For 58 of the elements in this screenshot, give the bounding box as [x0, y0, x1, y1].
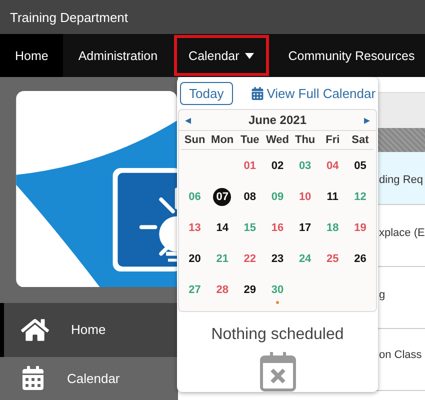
- nav-tab[interactable]: Home: [0, 34, 64, 77]
- calendar-day[interactable]: 20: [186, 250, 204, 268]
- calendar-day[interactable]: 02: [268, 156, 286, 174]
- weekday-label: Fri: [318, 131, 346, 150]
- next-month-button[interactable]: ▸: [364, 113, 370, 127]
- weekday-label: Tue: [236, 131, 264, 150]
- window-title: Training Department: [10, 10, 128, 24]
- caret-icon: [245, 52, 254, 58]
- calendar-day[interactable]: 03: [296, 156, 314, 174]
- weekday-label: Thu: [291, 131, 319, 150]
- view-full-calendar-link[interactable]: View Full Calendar: [250, 86, 376, 101]
- calendar-day[interactable]: 09: [268, 188, 286, 206]
- calendar-day[interactable]: 08: [240, 188, 259, 206]
- row-title: g: [379, 289, 386, 301]
- calendar-day[interactable]: 12: [351, 188, 370, 206]
- calendar-day[interactable]: 15: [240, 218, 259, 236]
- calendar-day[interactable]: 04: [324, 156, 342, 174]
- calendar-icon: [21, 366, 45, 390]
- calendar-day[interactable]: 27: [186, 280, 204, 298]
- calendar-day[interactable]: 23: [268, 250, 286, 268]
- weekday-label: Wed: [264, 131, 292, 150]
- sidebar-item[interactable]: Calendar: [0, 356, 178, 400]
- calendar-day[interactable]: 06: [186, 188, 204, 206]
- nav-tab[interactable]: Administration: [63, 34, 173, 77]
- weekday-label: Sun: [181, 131, 209, 150]
- calendar-day[interactable]: 10: [296, 188, 314, 206]
- row-title: on Class: [379, 349, 422, 361]
- calendar-day[interactable]: 18: [324, 218, 342, 236]
- calendar-day[interactable]: 19: [351, 218, 370, 236]
- weekday-label: Sat: [346, 131, 374, 150]
- calendar-day[interactable]: 16: [268, 218, 286, 236]
- calendar-day[interactable]: 01: [240, 156, 259, 174]
- calendar-day[interactable]: 21: [213, 250, 232, 268]
- calendar-day[interactable]: 24: [296, 250, 314, 268]
- calendar-day[interactable]: 25: [324, 250, 342, 268]
- today-button[interactable]: Today: [180, 82, 233, 105]
- calendar-day[interactable]: 29: [240, 280, 259, 298]
- month-title: June 2021: [248, 113, 307, 127]
- nav-tab[interactable]: Calendar: [174, 35, 270, 76]
- calendar-day[interactable]: 14: [213, 218, 232, 236]
- calendar-day[interactable]: 13: [186, 218, 204, 236]
- calendar-day[interactable]: 11: [324, 188, 342, 206]
- calendar-day[interactable]: 26: [351, 250, 370, 268]
- empty-message: Nothing scheduled: [211, 326, 344, 344]
- calendar-cross-icon: [260, 352, 296, 392]
- calendar-day[interactable]: 30: [268, 280, 286, 298]
- weekday-label: Mon: [208, 131, 236, 150]
- calendar-day[interactable]: 22: [240, 250, 259, 268]
- calendar-day[interactable]: 17: [296, 218, 314, 236]
- calendar-day[interactable]: 05: [351, 156, 370, 174]
- row-title: ding Req: [379, 174, 424, 186]
- row-title: xplace (E: [379, 227, 425, 239]
- calendar-day[interactable]: 07: [213, 188, 232, 206]
- calendar-icon: [250, 87, 264, 100]
- nav-tab[interactable]: Community Resources: [273, 34, 425, 77]
- sidebar-item[interactable]: Home: [0, 303, 178, 357]
- calendar-day[interactable]: 28: [213, 280, 232, 298]
- previous-month-button[interactable]: ◂: [185, 113, 191, 127]
